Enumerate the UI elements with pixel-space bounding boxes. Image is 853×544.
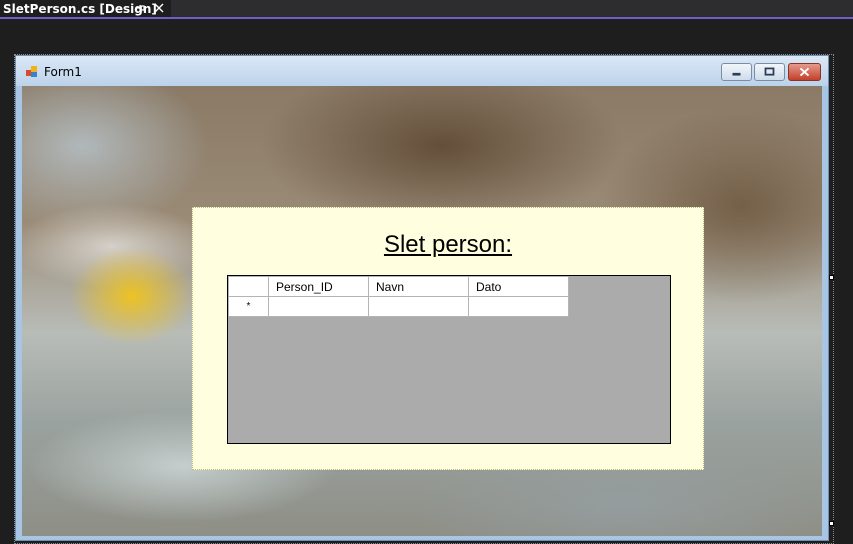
minimize-button[interactable] [721,63,752,81]
maximize-button[interactable] [754,63,785,81]
column-header-person-id[interactable]: Person_ID [268,276,369,297]
resize-handle-right[interactable] [829,275,834,280]
cell-person-id[interactable] [268,296,369,317]
document-tab-strip: SletPerson.cs [Design] [0,0,853,19]
close-icon [799,67,810,77]
close-icon[interactable] [153,2,165,14]
grid-corner-header[interactable] [228,276,269,297]
grid-header-row: Person_ID Navn Dato [228,276,569,297]
resize-handle-corner[interactable] [829,521,834,526]
table-row: * [228,296,569,317]
pin-icon[interactable] [134,2,146,14]
document-tab[interactable]: SletPerson.cs [Design] [0,0,171,17]
form-client-area: Slet person: Person_ID Navn Dato * [22,86,822,536]
page-title: Slet person: [383,231,513,258]
form-titlebar[interactable]: Form1 [16,56,828,86]
close-button[interactable] [788,63,821,81]
form-app-icon [26,66,37,77]
minimize-icon [732,72,741,76]
form-title: Form1 [44,65,82,79]
grid-table: Person_ID Navn Dato * [228,276,569,317]
yellow-panel: Slet person: Person_ID Navn Dato * [192,207,704,470]
maximize-icon [764,67,775,76]
column-header-dato[interactable]: Dato [468,276,569,297]
cell-navn[interactable] [368,296,469,317]
column-header-navn[interactable]: Navn [368,276,469,297]
designer-surface: Form1 Slet person: Person_ID Navn Dato * [0,19,853,544]
cell-dato[interactable] [468,296,569,317]
person-data-grid[interactable]: Person_ID Navn Dato * [227,275,671,444]
new-row-marker[interactable]: * [228,296,269,317]
form-window: Form1 Slet person: Person_ID Navn Dato * [15,55,829,541]
